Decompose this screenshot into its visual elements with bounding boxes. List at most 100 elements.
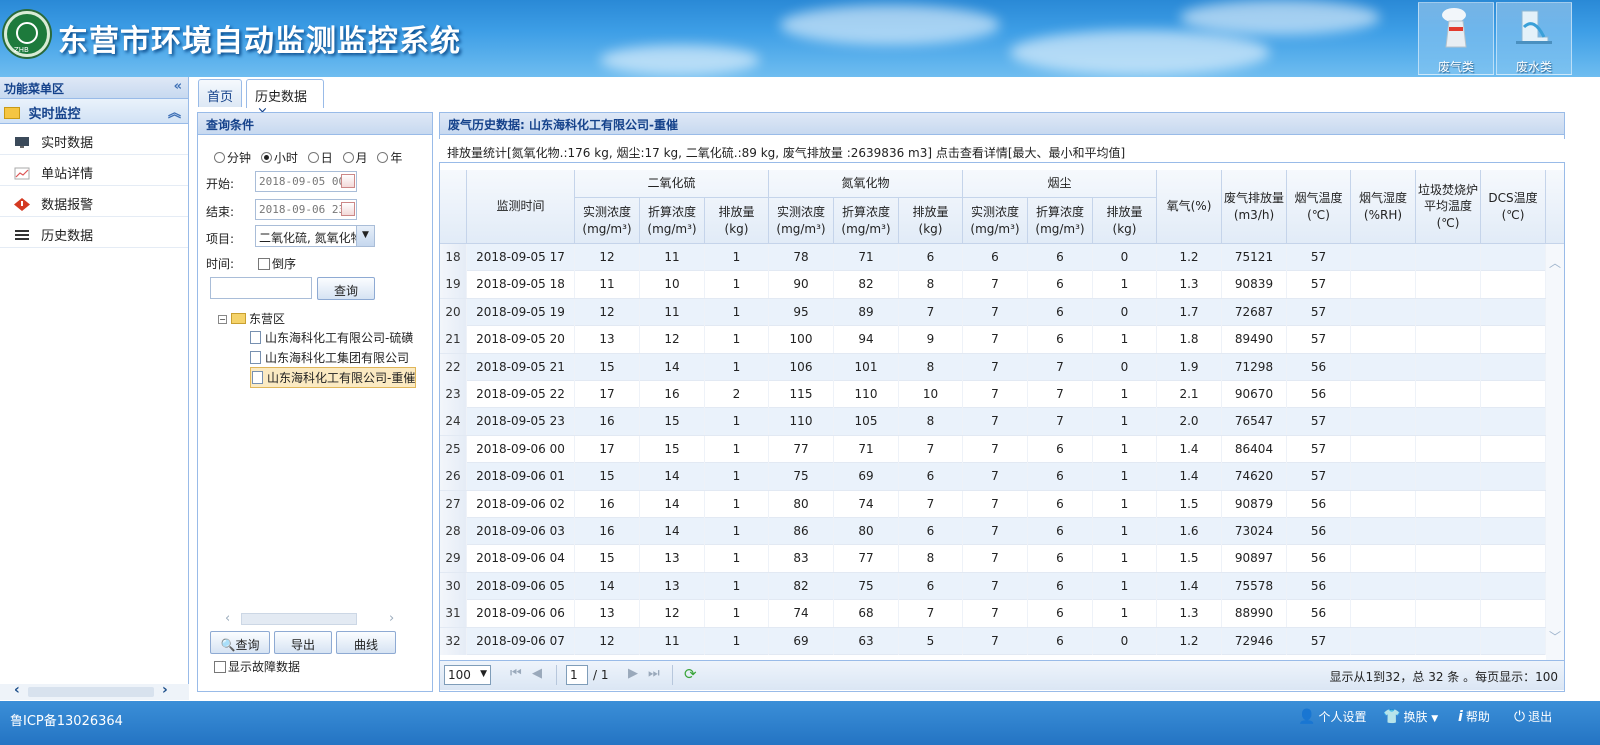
search-input[interactable]	[210, 277, 312, 299]
menu-item-station-detail[interactable]: 单站详情	[0, 155, 188, 186]
header-gas-flow[interactable]: 废气排放量 (m3/h)	[1222, 170, 1287, 244]
refresh-icon[interactable]: ⟳	[684, 665, 697, 683]
table-cell: 1	[1093, 326, 1157, 354]
header-nox-emission[interactable]: 排放量 (kg)	[899, 198, 963, 244]
header-flue-humidity[interactable]: 烟气湿度(%RH)	[1351, 170, 1416, 244]
page-size-select[interactable]: 100 ▼	[444, 665, 491, 685]
header-so2-converted[interactable]: 折算浓度 (mg/m³)	[640, 198, 705, 244]
next-page-icon[interactable]: ▶	[628, 666, 638, 681]
scroll-right-icon[interactable]: ›	[162, 682, 168, 698]
table-row[interactable]: 32 2018-09-06 07 12 11 1 69 63 5 7 6 0 1.2 72946 57	[440, 627, 1546, 655]
header-flue-temp[interactable]: 烟气温度 (℃)	[1287, 170, 1351, 244]
radio-day[interactable]	[307, 152, 319, 163]
scroll-thumb[interactable]	[241, 613, 357, 625]
table-row[interactable]: 23 2018-09-05 22 17 16 2 115 110 10 7 7 1 2.1 90670 5…	[440, 381, 1546, 409]
end-date-input[interactable]: 2018-09-06 23	[255, 199, 357, 220]
show-fault-checkbox-box[interactable]	[214, 661, 226, 673]
tree-item-company-group[interactable]: 山东海科化工集团有限公司	[250, 349, 420, 366]
page-number-input[interactable]: 1	[566, 665, 588, 685]
collapse-left-icon[interactable]: «	[174, 79, 182, 94]
table-row[interactable]: 26 2018-09-06 01 15 14 1 75 69 6 7 6 1 1.4 74620 57	[440, 463, 1546, 491]
menu-horizontal-scrollbar[interactable]: ‹ ›	[0, 682, 189, 700]
table-row[interactable]: 28 2018-09-06 03 16 14 1 86 80 6 7 6 1 1.6 73024 56	[440, 518, 1546, 546]
prev-page-icon[interactable]: ◀	[532, 666, 542, 681]
waste-water-button[interactable]: 废水类	[1496, 2, 1572, 75]
tree-horizontal-scrollbar[interactable]: ‹ ›	[219, 611, 419, 626]
reverse-checkbox-box[interactable]	[258, 258, 270, 270]
menu-item-data-alarm[interactable]: 数据报警	[0, 186, 188, 217]
logout-link[interactable]: ⏻ 退出	[1514, 708, 1552, 725]
table-row[interactable]: 20 2018-09-05 19 12 11 1 95 89 7 7 6 0 1.7 72687 57	[440, 298, 1546, 327]
emission-summary-link[interactable]: 排放量统计[氮氧化物.:176 kg, 烟尘:17 kg, 二氧化硫.:89 k…	[439, 139, 1565, 163]
header-furnace-temp[interactable]: 垃圾焚烧炉平均温度 (℃)	[1416, 170, 1481, 244]
grid-vertical-scrollbar[interactable]: ︿ ﹀	[1546, 244, 1564, 660]
header-monitor-time[interactable]: 监测时间	[467, 170, 575, 244]
scroll-down-icon[interactable]: ﹀	[1549, 628, 1561, 645]
search-button[interactable]: 查询	[317, 277, 375, 300]
table-cell: 1.4	[1157, 463, 1222, 491]
header-dust-emission[interactable]: 排放量 (kg)	[1093, 198, 1157, 244]
radio-year[interactable]	[377, 152, 389, 163]
tree-root-dongying[interactable]: − 东营区	[218, 310, 285, 327]
help-link[interactable]: i 帮助	[1458, 708, 1490, 725]
total-pages: / 1	[593, 668, 609, 682]
table-row[interactable]: 27 2018-09-06 02 16 14 1 80 74 7 7 6 1 1.5 90879 56	[440, 490, 1546, 518]
reverse-checkbox[interactable]: 倒序	[258, 255, 296, 272]
calendar-icon[interactable]	[341, 202, 355, 216]
tree-item-company-sulfur[interactable]: 山东海科化工有限公司-硫磺	[250, 329, 420, 346]
tree-collapse-icon[interactable]: −	[218, 315, 227, 324]
tab-history-data[interactable]: 历史数据×	[246, 79, 324, 120]
table-row[interactable]: 25 2018-09-06 00 17 15 1 77 71 7 7 6 1 1.4 86404 57	[440, 435, 1546, 464]
chevron-down-icon[interactable]: ▼	[356, 226, 374, 246]
export-button[interactable]: 导出	[274, 631, 332, 654]
table-row[interactable]: 19 2018-09-05 18 11 10 1 90 82 8 7 6 1 1.3 90839 57	[440, 271, 1546, 299]
table-cell: 2018-09-06 03	[467, 518, 575, 545]
collapse-up-icon[interactable]: ︽	[168, 102, 181, 121]
menu-item-history-data[interactable]: 历史数据	[0, 217, 188, 248]
waste-gas-button[interactable]: 废气类	[1418, 2, 1494, 75]
curve-button[interactable]: 曲线	[336, 631, 396, 654]
table-cell: 6	[1028, 600, 1093, 628]
header-so2-measured[interactable]: 实测浓度 (mg/m³)	[575, 198, 640, 244]
radio-hour[interactable]	[260, 152, 272, 163]
radio-minute[interactable]	[214, 152, 225, 163]
personal-settings-link[interactable]: 👤 个人设置	[1298, 708, 1366, 725]
last-page-icon[interactable]: ⏭	[648, 666, 660, 681]
table-row[interactable]: 31 2018-09-06 06 13 12 1 74 68 7 7 6 1 1.3 88990 56	[440, 600, 1546, 628]
table-row[interactable]: 29 2018-09-06 04 15 13 1 83 77 8 7 6 1 1.5 90897 56	[440, 545, 1546, 573]
function-menu-panel: 功能菜单区 « 实时监控 ︽ 实时数据 单站详情 数据报警 历史数据 ‹ ›	[0, 77, 189, 700]
header-nox-converted[interactable]: 折算浓度 (mg/m³)	[834, 198, 899, 244]
header-dust-measured[interactable]: 实测浓度 (mg/m³)	[963, 198, 1028, 244]
menu-group-realtime[interactable]: 实时监控 ︽	[0, 99, 188, 124]
scroll-left-icon[interactable]: ‹	[225, 611, 230, 626]
header-nox-group: 氮氧化物	[769, 170, 963, 198]
scroll-left-icon[interactable]: ‹	[14, 682, 20, 698]
table-cell: 7	[1028, 381, 1093, 408]
first-page-icon[interactable]: ⏮	[510, 666, 522, 681]
calendar-icon[interactable]	[341, 174, 355, 188]
table-row[interactable]: 21 2018-09-05 20 13 12 1 100 94 9 7 6 1 1.8 89490 57	[440, 326, 1546, 354]
header-dust-converted[interactable]: 折算浓度 (mg/m³)	[1028, 198, 1093, 244]
start-date-input[interactable]: 2018-09-05 00	[255, 171, 357, 192]
scroll-thumb[interactable]	[28, 687, 154, 697]
tab-home[interactable]: 首页	[198, 79, 242, 107]
table-row[interactable]: 18 2018-09-05 17 12 11 1 78 71 6 6 6 0 1.2 75121 57	[440, 244, 1546, 272]
table-row[interactable]: 22 2018-09-05 21 15 14 1 106 101 8 7 7 0 1.9 71298 56	[440, 353, 1546, 381]
menu-item-realtime-data[interactable]: 实时数据	[0, 124, 188, 155]
show-fault-checkbox[interactable]: 显示故障数据	[214, 658, 300, 675]
header-dcs-temp[interactable]: DCS温度 (℃)	[1481, 170, 1546, 244]
header-oxygen[interactable]: 氧气(%)	[1157, 170, 1222, 244]
table-cell-empty	[1481, 518, 1546, 545]
header-so2-emission[interactable]: 排放量 (kg)	[705, 198, 769, 244]
radio-month[interactable]	[342, 152, 354, 163]
query-button[interactable]: 🔍查询	[210, 631, 270, 654]
table-row[interactable]: 24 2018-09-05 23 16 15 1 110 105 8 7 7 1 2.0 76547 57	[440, 408, 1546, 436]
table-cell: 13	[640, 572, 705, 600]
scroll-right-icon[interactable]: ›	[389, 611, 394, 626]
item-select[interactable]: 二氧化硫, 氮氧化物 ▼	[255, 225, 375, 247]
change-skin-link[interactable]: 👕 换肤 ▼	[1383, 708, 1438, 725]
header-nox-measured[interactable]: 实测浓度 (mg/m³)	[769, 198, 834, 244]
tree-item-company-heavy-catalytic[interactable]: 山东海科化工有限公司-重催	[250, 367, 416, 388]
table-row[interactable]: 30 2018-09-06 05 14 13 1 82 75 6 7 6 1 1.4 75578 56	[440, 572, 1546, 601]
scroll-up-icon[interactable]: ︿	[1549, 254, 1561, 271]
